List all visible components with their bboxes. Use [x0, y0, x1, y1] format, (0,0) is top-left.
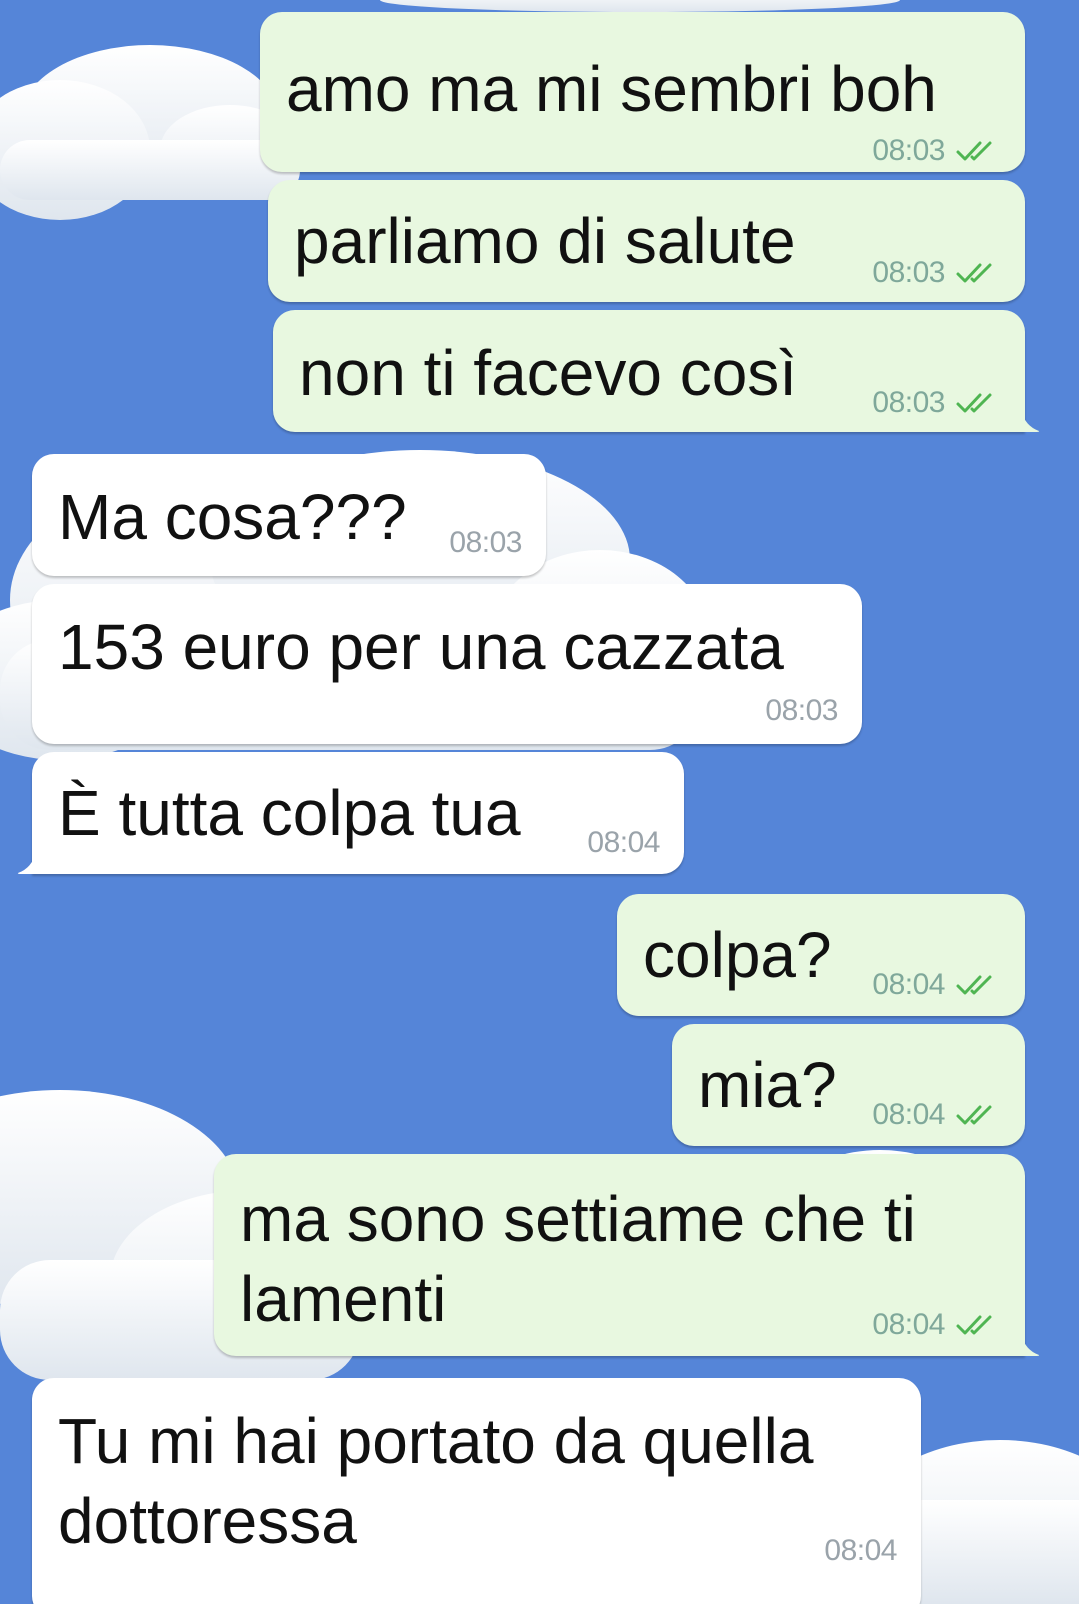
message-bubble-incoming[interactable]: Ma cosa??? 08:03 [32, 454, 546, 576]
message-meta: 08:04 [587, 826, 660, 860]
message-time: 08:04 [872, 968, 945, 1001]
bubble-tail [17, 852, 36, 874]
read-double-tick-icon [956, 141, 992, 161]
message-bubble-outgoing[interactable]: ma sono settiame che ti lamenti 08:04 [214, 1154, 1040, 1356]
message-time: 08:03 [872, 256, 945, 289]
message-text: parliamo di salute [294, 205, 796, 277]
message-text: colpa? [643, 919, 832, 991]
message-time: 08:04 [872, 1098, 945, 1131]
message-time: 08:03 [449, 526, 522, 559]
read-double-tick-icon [956, 1315, 992, 1335]
message-bubble-incoming[interactable]: Tu mi hai portato da quella dottoressa 0… [32, 1378, 921, 1604]
message-text: non ti facevo così [299, 337, 798, 409]
message-bubble-outgoing[interactable]: colpa? 08:04 [617, 894, 1025, 1016]
message-time: 08:04 [587, 826, 660, 859]
message-time: 08:03 [872, 134, 945, 167]
message-meta: 08:03 [449, 526, 522, 560]
message-text: È tutta colpa tua [58, 777, 521, 849]
message-bubble-outgoing[interactable]: parliamo di salute 08:03 [268, 180, 1025, 302]
message-text-line-2: lamenti [240, 1263, 447, 1335]
read-double-tick-icon [956, 1105, 992, 1125]
message-meta: 08:04 [872, 968, 1001, 1002]
chat-wallpaper: amo ma mi sembri boh 08:03 parliamo di s… [0, 0, 1079, 1604]
bubble-tail [1021, 410, 1040, 432]
message-text: Ma cosa??? [58, 481, 407, 553]
message-time: 08:03 [872, 386, 945, 419]
message-time: 08:03 [765, 694, 838, 727]
message-meta: 08:03 [872, 134, 1001, 168]
message-meta: 08:04 [872, 1098, 1001, 1132]
read-double-tick-icon [956, 263, 992, 283]
bubble-tail [1021, 1334, 1040, 1356]
message-meta: 08:03 [765, 694, 838, 728]
message-bubble-outgoing[interactable]: amo ma mi sembri boh 08:03 [260, 12, 1025, 172]
message-bubble-outgoing[interactable]: non ti facevo così 08:03 [273, 310, 1040, 432]
message-text-line-1: Tu mi hai portato da quella [58, 1405, 814, 1477]
message-text-line-1: ma sono settiame che ti [240, 1183, 916, 1255]
message-bubble-outgoing[interactable]: mia? 08:04 [672, 1024, 1025, 1146]
message-bubble-incoming[interactable]: 153 euro per una cazzata 08:03 [32, 584, 862, 744]
read-double-tick-icon [956, 975, 992, 995]
message-time: 08:04 [872, 1308, 945, 1341]
message-meta: 08:04 [872, 1308, 1001, 1342]
message-time: 08:04 [824, 1534, 897, 1567]
message-text: mia? [698, 1049, 837, 1121]
message-text: amo ma mi sembri boh [286, 53, 937, 125]
message-meta: 08:03 [872, 256, 1001, 290]
read-double-tick-icon [956, 393, 992, 413]
message-meta: 08:04 [824, 1534, 897, 1568]
message-meta: 08:03 [872, 386, 1001, 420]
message-text-line-2: dottoressa [58, 1485, 357, 1557]
message-bubble-incoming[interactable]: È tutta colpa tua 08:04 [17, 752, 684, 874]
message-text: 153 euro per una cazzata [58, 611, 784, 683]
